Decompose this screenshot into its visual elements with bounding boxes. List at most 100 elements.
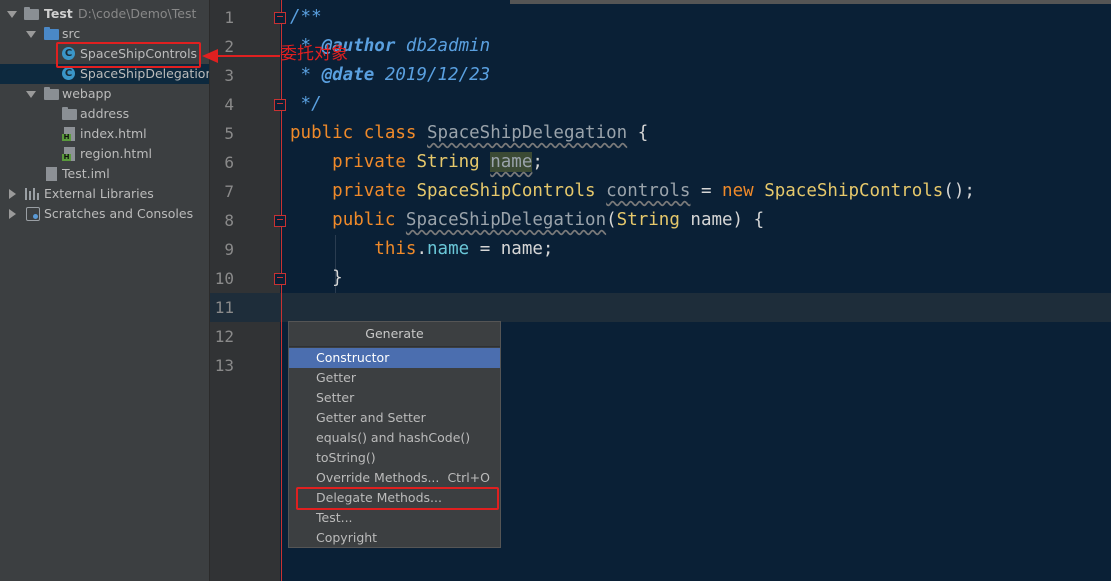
scratches-icon [26, 207, 40, 221]
code-line-5: public class SpaceShipDelegation { [290, 119, 648, 148]
doc-comment: db2admin [395, 36, 491, 56]
line-number-gutter [210, 0, 280, 581]
menu-item-label: Getter [316, 370, 357, 385]
annotation-text: 委托对象 [280, 44, 348, 64]
tree-node-region-html[interactable]: H region.html [0, 144, 209, 164]
html-badge: H [62, 153, 71, 161]
menu-item-label: Copyright [316, 530, 378, 545]
fold-marker-icon[interactable] [274, 215, 286, 227]
tree-node-label: address [80, 106, 130, 121]
line-number: 9 [224, 240, 234, 259]
project-tree-panel: Test D:\code\Demo\Test src C SpaceShipCo… [0, 0, 210, 581]
collapse-arrow-icon[interactable] [9, 189, 16, 199]
html-file-icon: H [62, 127, 75, 141]
tree-node-label: src [62, 26, 81, 41]
keyword: this [374, 239, 417, 259]
tree-node-index-html[interactable]: H index.html [0, 124, 209, 144]
line-number: 2 [224, 37, 234, 56]
expand-arrow-icon[interactable] [26, 91, 36, 98]
generate-popup-menu: Generate Constructor Getter Setter Gette… [288, 321, 501, 548]
expand-arrow-icon[interactable] [26, 31, 36, 38]
keyword: public [290, 123, 354, 143]
tree-node-label: Test.iml [62, 166, 110, 181]
folder-icon [62, 107, 77, 120]
class-icon: C [62, 67, 75, 80]
constructor-name: SpaceShipDelegation [405, 210, 607, 230]
tree-node-address[interactable]: address [0, 104, 209, 124]
menu-item-tostring[interactable]: toString() [289, 448, 500, 468]
line-number: 7 [224, 182, 234, 201]
tree-node-label: region.html [80, 146, 152, 161]
source-folder-icon [44, 27, 59, 40]
html-badge: H [62, 133, 71, 141]
fold-marker-icon[interactable] [274, 99, 286, 111]
code-line-9: this.name = name; [290, 235, 553, 264]
project-path: D:\code\Demo\Test [78, 6, 197, 21]
punctuation: ; [532, 152, 543, 172]
tree-node-test-iml[interactable]: Test.iml [0, 164, 209, 184]
menu-item-equals-hashcode[interactable]: equals() and hashCode() [289, 428, 500, 448]
line-number: 3 [224, 66, 234, 85]
punctuation: (); [943, 181, 975, 201]
menu-item-constructor[interactable]: Constructor [289, 348, 500, 368]
keyword: class [363, 123, 417, 143]
collapse-arrow-icon[interactable] [9, 209, 16, 219]
doc-comment: 2019/12/23 [374, 65, 491, 85]
fold-marker-icon[interactable] [274, 273, 286, 285]
line-number: 12 [214, 327, 234, 346]
expand-arrow-icon[interactable] [7, 11, 17, 18]
doc-comment: * [290, 65, 322, 85]
menu-item-label: Override Methods... [316, 470, 440, 485]
type-name: String [416, 152, 480, 172]
menu-item-getter-and-setter[interactable]: Getter and Setter [289, 408, 500, 428]
operator: = [690, 181, 723, 201]
menu-item-getter[interactable]: Getter [289, 368, 500, 388]
menu-item-test[interactable]: Test... [289, 508, 500, 528]
tree-node-src[interactable]: src [0, 24, 209, 44]
line-number: 11 [214, 298, 234, 317]
doc-comment: /** [290, 7, 322, 27]
highlight-box [56, 42, 201, 68]
tree-node-scratches[interactable]: Scratches and Consoles [0, 204, 209, 224]
punctuation: ( [606, 210, 617, 230]
tree-node-webapp[interactable]: webapp [0, 84, 209, 104]
class-name: SpaceShipDelegation [427, 123, 628, 143]
code-line-4: */ [290, 90, 322, 119]
code-line-3: * @date 2019/12/23 [290, 61, 491, 90]
code-line-8: public SpaceShipDelegation(String name) … [290, 206, 764, 235]
code-line-7: private SpaceShipControls controls = new… [290, 177, 975, 206]
current-line-highlight [210, 293, 1111, 322]
punctuation: } [332, 268, 343, 288]
code-line-6: private String name; [290, 148, 543, 177]
type-name: String [616, 210, 680, 230]
folder-icon [44, 87, 59, 100]
tree-node-project[interactable]: Test D:\code\Demo\Test [0, 4, 209, 24]
highlight-box [296, 487, 499, 510]
line-number: 8 [224, 211, 234, 230]
tree-node-label: Scratches and Consoles [44, 206, 194, 221]
fold-marker-icon[interactable] [274, 12, 286, 24]
field-name: controls [606, 181, 691, 201]
code-line-10: } [290, 264, 343, 293]
menu-item-label: Getter and Setter [316, 410, 426, 425]
tree-node-external-libraries[interactable]: External Libraries [0, 184, 209, 204]
field-name: name [490, 152, 533, 172]
editor-tab-strip [510, 0, 1111, 4]
doc-comment: */ [290, 94, 322, 114]
menu-item-label: Setter [316, 390, 355, 405]
library-icon [25, 188, 41, 200]
menu-item-override-methods[interactable]: Override Methods... Ctrl+O [289, 468, 500, 488]
menu-item-label: equals() and hashCode() [316, 430, 471, 445]
code-line-1: /** [290, 3, 322, 32]
folder-icon [24, 7, 39, 20]
line-number: 6 [224, 153, 234, 172]
menu-item-label: Constructor [316, 350, 390, 365]
line-number: 10 [214, 269, 234, 288]
menu-item-label: toString() [316, 450, 376, 465]
doc-tag: @date [321, 65, 375, 85]
popup-title: Generate [289, 322, 500, 347]
menu-item-label: Test... [316, 510, 353, 525]
menu-item-copyright[interactable]: Copyright [289, 528, 500, 548]
type-name: SpaceShipControls [416, 181, 596, 201]
menu-item-setter[interactable]: Setter [289, 388, 500, 408]
